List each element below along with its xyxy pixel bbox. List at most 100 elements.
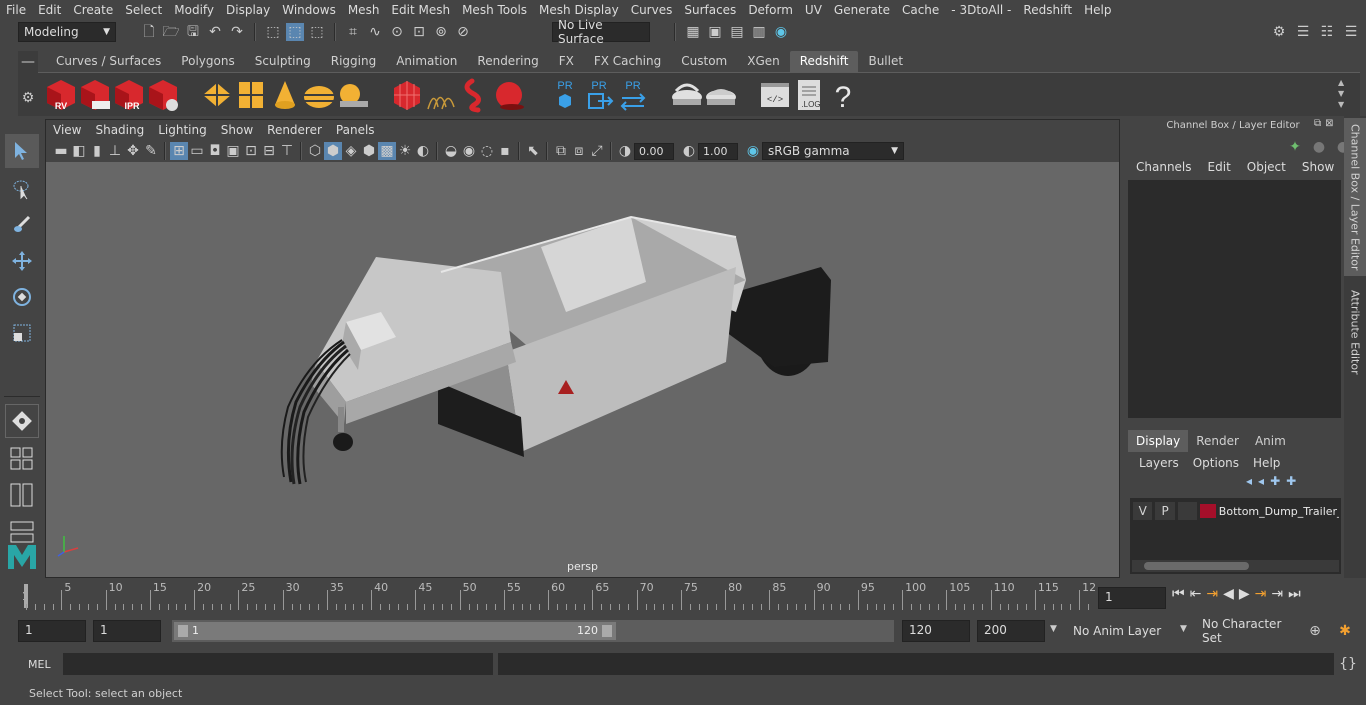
tab-attribute-editor-vertical[interactable]: Attribute Editor bbox=[1344, 282, 1366, 382]
shadows-icon[interactable]: ◐ bbox=[414, 142, 432, 160]
menu-mesh[interactable]: Mesh bbox=[342, 3, 386, 17]
menu-generate[interactable]: Generate bbox=[828, 3, 896, 17]
grid-icon[interactable]: ⊞ bbox=[170, 142, 188, 160]
log-file-icon[interactable]: .LOG bbox=[792, 77, 826, 113]
camera-attributes-icon[interactable]: ◧ bbox=[70, 142, 88, 160]
menu-3dtoall[interactable]: - 3DtoAll - bbox=[945, 3, 1017, 17]
cb-menu-channels[interactable]: Channels bbox=[1128, 160, 1200, 174]
menu-display[interactable]: Display bbox=[220, 3, 276, 17]
shelf-menu-icon[interactable]: — bbox=[19, 53, 37, 71]
snap-grid-icon[interactable]: ⌗ bbox=[344, 23, 362, 41]
pr-export-icon[interactable]: PR bbox=[582, 77, 616, 113]
bottom-dump-trailer-model[interactable] bbox=[46, 162, 1119, 577]
dome-light-icon[interactable] bbox=[302, 77, 336, 113]
render-view-rv-icon[interactable]: RV bbox=[44, 77, 78, 113]
tab-polygons[interactable]: Polygons bbox=[171, 51, 244, 72]
wireframe-icon[interactable]: ⬡ bbox=[306, 142, 324, 160]
attribute-editor-icon[interactable]: ☰ bbox=[1294, 23, 1312, 41]
shader-ball-icon[interactable] bbox=[670, 77, 704, 113]
render-view-icon[interactable]: ▥ bbox=[750, 23, 768, 41]
layer-visibility-toggle[interactable]: V bbox=[1133, 502, 1153, 520]
vp-menu-panels[interactable]: Panels bbox=[329, 123, 382, 137]
tab-redshift[interactable]: Redshift bbox=[789, 51, 859, 72]
vp-menu-renderer[interactable]: Renderer bbox=[260, 123, 329, 137]
sun-sky-icon[interactable] bbox=[336, 77, 370, 113]
pr-swap-icon[interactable]: PR bbox=[616, 77, 650, 113]
layer-menu-options[interactable]: Options bbox=[1186, 456, 1246, 470]
workspace-icon[interactable]: ⚙ bbox=[1270, 23, 1288, 41]
new-layer-icon[interactable]: ✚ bbox=[1270, 474, 1280, 488]
vp-menu-shading[interactable]: Shading bbox=[88, 123, 151, 137]
smooth-shade-icon[interactable]: ⬢ bbox=[324, 142, 342, 160]
go-to-start-icon[interactable]: ⏮ bbox=[1172, 586, 1185, 602]
tab-fx-caching[interactable]: FX Caching bbox=[584, 51, 671, 72]
render-settings-icon[interactable]: ▦ bbox=[684, 23, 702, 41]
script-editor-button-icon[interactable]: {} bbox=[1339, 655, 1357, 673]
select-object-icon[interactable]: ⬚ bbox=[286, 23, 304, 41]
cb-menu-object[interactable]: Object bbox=[1239, 160, 1294, 174]
auto-key-icon[interactable]: ⊕ bbox=[1306, 622, 1324, 640]
layer-move-up-icon[interactable]: ◂ bbox=[1246, 474, 1252, 488]
menu-mesh-tools[interactable]: Mesh Tools bbox=[456, 3, 533, 17]
mode-dropdown[interactable]: Modeling ▼ bbox=[18, 22, 116, 42]
menu-uv[interactable]: UV bbox=[799, 3, 828, 17]
snap-live-icon[interactable]: ⊘ bbox=[454, 23, 472, 41]
layer-color-swatch[interactable] bbox=[1200, 504, 1216, 518]
render-settings-redshift-icon[interactable] bbox=[146, 77, 180, 113]
layer-type-toggle[interactable] bbox=[1177, 502, 1198, 520]
cb-menu-edit[interactable]: Edit bbox=[1200, 160, 1239, 174]
exposure-field[interactable]: 0.00 bbox=[634, 142, 674, 160]
menu-edit-mesh[interactable]: Edit Mesh bbox=[385, 3, 456, 17]
current-frame-field[interactable]: 1 bbox=[1098, 587, 1166, 609]
tab-fx[interactable]: FX bbox=[549, 51, 584, 72]
open-scene-icon[interactable]: 🗁 bbox=[162, 23, 180, 41]
tab-rigging[interactable]: Rigging bbox=[321, 51, 386, 72]
xray-components-icon[interactable]: ⤢ bbox=[588, 142, 606, 160]
tab-bullet[interactable]: Bullet bbox=[858, 51, 913, 72]
menu-windows[interactable]: Windows bbox=[276, 3, 342, 17]
layer-move-down-icon[interactable]: ◂ bbox=[1258, 474, 1264, 488]
motion-blur-icon[interactable]: ◉ bbox=[460, 142, 478, 160]
layer-scrollbar[interactable] bbox=[1132, 560, 1339, 572]
viewport-canvas[interactable]: persp bbox=[46, 162, 1119, 577]
tab-display-layers[interactable]: Display bbox=[1128, 430, 1189, 452]
film-gate-icon[interactable]: ▭ bbox=[188, 142, 206, 160]
tool-settings-icon[interactable]: ☷ bbox=[1318, 23, 1336, 41]
hypershade-icon[interactable]: ◉ bbox=[772, 23, 790, 41]
select-tool-icon[interactable] bbox=[5, 134, 39, 168]
go-to-end-icon[interactable]: ⏭ bbox=[1288, 586, 1301, 602]
menu-create[interactable]: Create bbox=[67, 3, 119, 17]
paint-select-tool-icon[interactable] bbox=[5, 208, 39, 242]
vp-menu-lighting[interactable]: Lighting bbox=[151, 123, 214, 137]
wireframe-on-shaded-icon[interactable]: ◈ bbox=[342, 142, 360, 160]
preferences-icon[interactable]: ✱ bbox=[1336, 622, 1354, 640]
tab-custom[interactable]: Custom bbox=[671, 51, 737, 72]
move-tool-icon[interactable] bbox=[5, 244, 39, 278]
color-space-dropdown[interactable]: sRGB gamma ▼ bbox=[762, 142, 904, 160]
rotate-tool-icon[interactable] bbox=[5, 280, 39, 314]
menu-surfaces[interactable]: Surfaces bbox=[678, 3, 742, 17]
undo-icon[interactable]: ↶ bbox=[206, 23, 224, 41]
menu-modify[interactable]: Modify bbox=[168, 3, 220, 17]
ambient-occlusion-icon[interactable]: ◒ bbox=[442, 142, 460, 160]
color-management-icon[interactable]: ◉ bbox=[744, 142, 762, 160]
step-forward-frame-icon[interactable]: ⇥ bbox=[1255, 586, 1267, 602]
anti-alias-icon[interactable]: ◌ bbox=[478, 142, 496, 160]
cone-light-icon[interactable] bbox=[268, 77, 302, 113]
menu-curves[interactable]: Curves bbox=[625, 3, 679, 17]
grease-pencil-icon[interactable]: ✎ bbox=[142, 142, 160, 160]
vp-menu-view[interactable]: View bbox=[46, 123, 88, 137]
hair-icon[interactable] bbox=[424, 77, 458, 113]
scale-tool-icon[interactable] bbox=[5, 316, 39, 350]
anim-layer-dropdown[interactable]: No Anim Layer bbox=[1068, 620, 1178, 642]
lasso-tool-icon[interactable] bbox=[5, 172, 39, 206]
snap-view-icon[interactable]: ⊡ bbox=[410, 23, 428, 41]
tab-curves-surfaces[interactable]: Curves / Surfaces bbox=[46, 51, 171, 72]
play-forward-icon[interactable]: ▶ bbox=[1239, 586, 1250, 602]
tab-render-layers[interactable]: Render bbox=[1188, 430, 1247, 452]
soft-select-icon[interactable] bbox=[5, 404, 39, 438]
xray-joints-icon[interactable]: ⧈ bbox=[570, 142, 588, 160]
pr-cube-icon[interactable]: PR bbox=[548, 77, 582, 113]
playback-end-field[interactable]: 120 bbox=[902, 620, 970, 642]
render-ipr-icon[interactable]: IPR bbox=[112, 77, 146, 113]
